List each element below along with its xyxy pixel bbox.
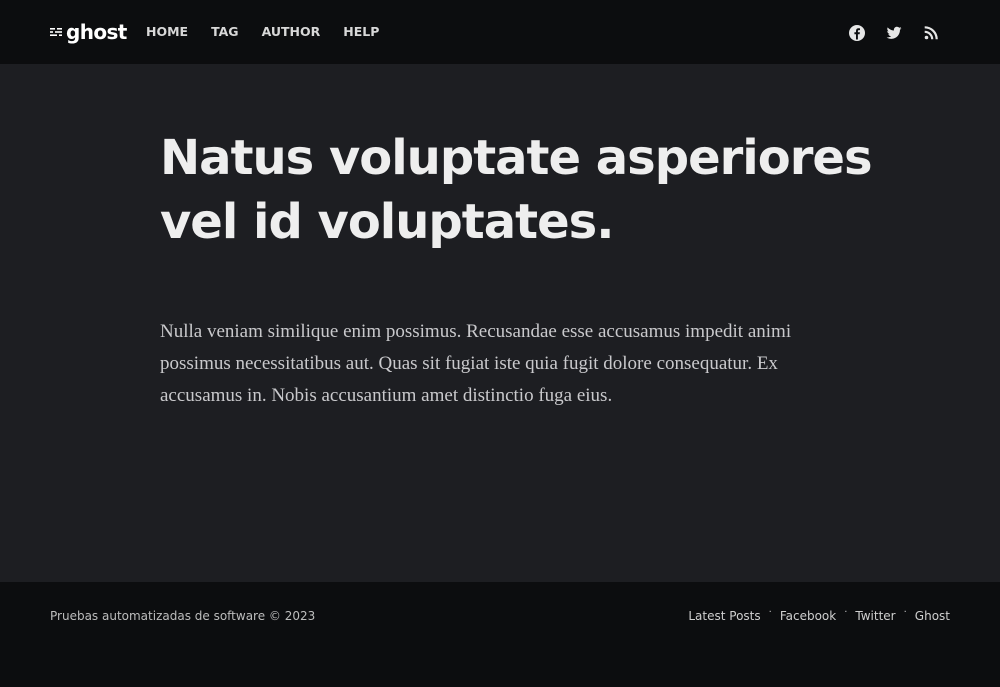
nav-item-home[interactable]: HOME	[146, 23, 188, 41]
facebook-icon[interactable]	[848, 24, 866, 42]
footer-link-facebook[interactable]: Facebook	[780, 607, 836, 625]
post-title-line-1: Natus voluptate asperiores	[160, 130, 873, 186]
footer-link-twitter[interactable]: Twitter	[855, 607, 895, 625]
ghost-logo-icon	[50, 28, 62, 36]
twitter-icon[interactable]	[885, 24, 903, 42]
post-body: Nulla veniam similique enim possimus. Re…	[160, 321, 792, 406]
post-title-line-2: vel id voluptates.	[160, 194, 614, 250]
footer-separator: ·	[903, 607, 907, 618]
main-nav: HOME TAG AUTHOR HELP	[146, 23, 402, 41]
footer-link-latest-posts[interactable]: Latest Posts	[688, 607, 760, 625]
site-header: ghost HOME TAG AUTHOR HELP	[0, 0, 1000, 64]
nav-item-author[interactable]: AUTHOR	[262, 23, 321, 41]
post-content: Natus voluptate asperiores vel id volupta…	[160, 126, 873, 412]
site-footer: Pruebas automatizadas de software © 2023…	[0, 582, 1000, 687]
footer-separator: ·	[844, 607, 848, 618]
footer-link-ghost[interactable]: Ghost	[915, 607, 950, 625]
rss-icon[interactable]	[922, 24, 940, 42]
social-links	[848, 24, 940, 42]
logo-text: ghost	[66, 20, 127, 44]
footer-separator: ·	[768, 607, 772, 618]
nav-item-tag[interactable]: TAG	[211, 23, 239, 41]
site-logo[interactable]: ghost	[50, 19, 127, 45]
footer-nav: Latest Posts · Facebook · Twitter · Ghos…	[688, 607, 950, 625]
post-title: Natus voluptate asperiores vel id volupta…	[160, 126, 873, 254]
copyright-text: Pruebas automatizadas de software © 2023	[50, 609, 316, 623]
nav-item-help[interactable]: HELP	[343, 23, 379, 41]
